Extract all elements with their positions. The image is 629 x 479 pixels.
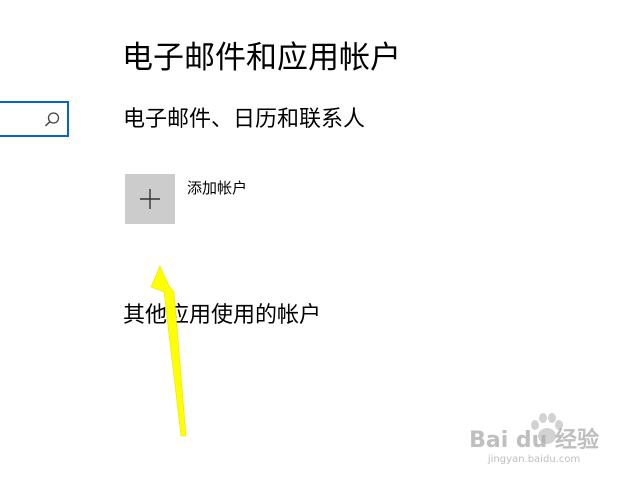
settings-page: 电子邮件和应用帐户 电子邮件、日历和联系人 添加帐户 其他应用使用的帐户 Bai… — [0, 0, 629, 479]
watermark-sub: jingyan.baidu.com — [487, 454, 581, 465]
watermark: Bai du 经验 jingyan.baidu.com — [469, 422, 599, 465]
yellow-arrow-annotation — [150, 265, 187, 437]
watermark-main: Bai du 经验 — [469, 428, 599, 453]
